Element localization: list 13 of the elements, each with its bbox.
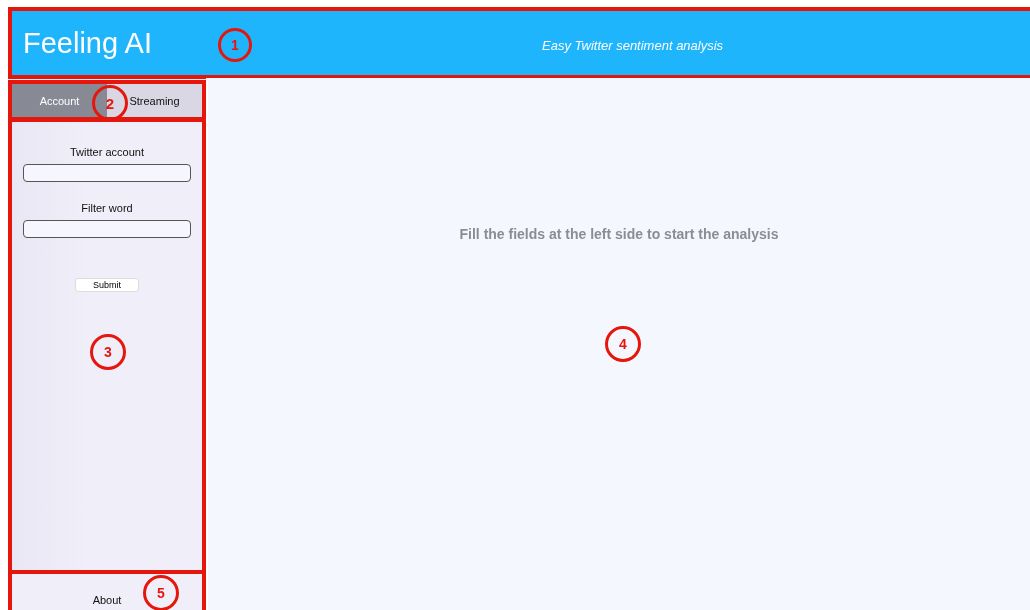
callout-marker: 1 [218, 28, 252, 62]
input-field[interactable] [23, 220, 191, 238]
field-label: Filter word [81, 202, 133, 214]
empty-state-message: Fill the fields at the left side to start the analysis [459, 226, 779, 244]
app-title: Feeling AI [23, 26, 152, 60]
app-subtitle: Easy Twitter sentiment analysis [542, 38, 724, 53]
callout-marker: 4 [605, 326, 641, 362]
callout-marker: 3 [90, 334, 126, 370]
submit-button[interactable]: Submit [75, 278, 139, 292]
field-label: Twitter account [70, 146, 144, 158]
callout-marker: 5 [143, 575, 179, 610]
about-link[interactable]: About [92, 594, 122, 606]
input-field[interactable] [23, 164, 191, 182]
